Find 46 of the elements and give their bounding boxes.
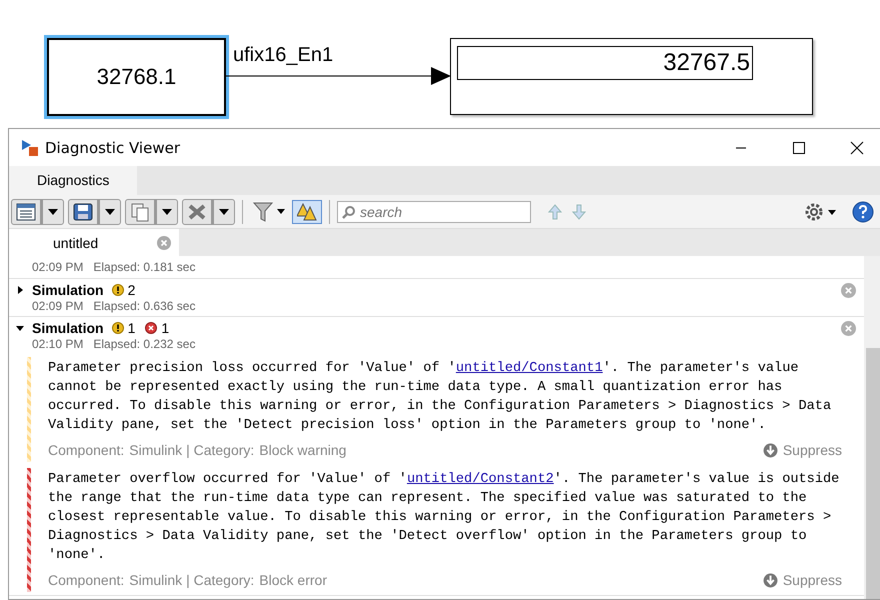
block-link[interactable]: untitled/Constant2: [406, 472, 554, 487]
warning-icon: [112, 284, 124, 296]
error-icon: [145, 322, 158, 334]
component-value: Simulink | Category:: [129, 442, 254, 458]
run-time: 02:09 PM: [32, 260, 84, 274]
category-value: Block error: [259, 572, 327, 588]
run-title: Simulation: [32, 282, 104, 298]
warning-count: 1: [128, 320, 136, 336]
window-title: Diagnostic Viewer: [45, 138, 180, 156]
run-time: 02:10 PM: [32, 337, 84, 351]
caret-icon: [48, 208, 58, 214]
settings-icon[interactable]: [804, 202, 838, 222]
elapsed-time: Elapsed: 0.636 sec: [93, 299, 196, 313]
component-value: Simulink | Category:: [129, 572, 254, 588]
caret-icon: [162, 208, 172, 214]
display-block[interactable]: 32767.5: [450, 38, 813, 115]
run-title: Simulation: [32, 320, 104, 336]
warning-toggle-button[interactable]: [292, 200, 322, 224]
caret-icon: [219, 208, 229, 214]
document-tab[interactable]: untitled: [9, 229, 179, 256]
filter-icon[interactable]: [252, 200, 288, 222]
constant-block[interactable]: 32768.1: [47, 38, 226, 116]
signal-label: ufix16_En1: [233, 44, 334, 67]
component-label: Component:: [48, 442, 124, 458]
search-field[interactable]: search: [337, 200, 531, 222]
error-count: 1: [161, 320, 170, 336]
run-time: 02:09 PM: [32, 299, 84, 313]
message-text: Parameter precision loss occurred for 'Value' of 'untitled/Constant1'. The parameter's value cannot be represented exactly using the run-time data type. A small quantization error has occurred. To disable this warning or error, in the Configuration Parameters > Diagnostics > Data Validity pane, set the 'Detect precision loss' option in the Parameters group to 'none'.: [48, 360, 832, 435]
suppress-button[interactable]: Suppress: [762, 442, 842, 458]
message-text: Parameter overflow occurred for 'Value' of 'untitled/Constant2'. The parameter's value is outside the range that the run-time data type can represent. The specified value was saturated to the closest representable value. To disable this warning or error, in the Configuration Parameters > Diagnostics > Data Validity pane, set the 'Detect overflow' option in the Parameters group to 'none'.: [48, 471, 840, 565]
collapse-icon[interactable]: [15, 323, 25, 333]
caret-icon: [105, 208, 115, 214]
elapsed-time: Elapsed: 0.181 sec: [93, 260, 196, 274]
block-link[interactable]: untitled/Constant1: [456, 361, 603, 376]
app-icon: [21, 138, 39, 156]
display-value: 32767.5: [457, 46, 753, 80]
scrollbar[interactable]: [864, 256, 880, 599]
category-value: Block warning: [259, 442, 346, 458]
expand-icon[interactable]: [15, 285, 25, 295]
help-icon[interactable]: [852, 200, 874, 222]
ribbon-tab[interactable]: Diagnostics: [9, 166, 138, 195]
warning-icon: [112, 322, 124, 334]
warning-count: 2: [128, 282, 136, 298]
elapsed-time: Elapsed: 0.232 sec: [93, 337, 196, 351]
component-label: Component:: [48, 572, 124, 588]
suppress-button[interactable]: Suppress: [762, 572, 842, 588]
